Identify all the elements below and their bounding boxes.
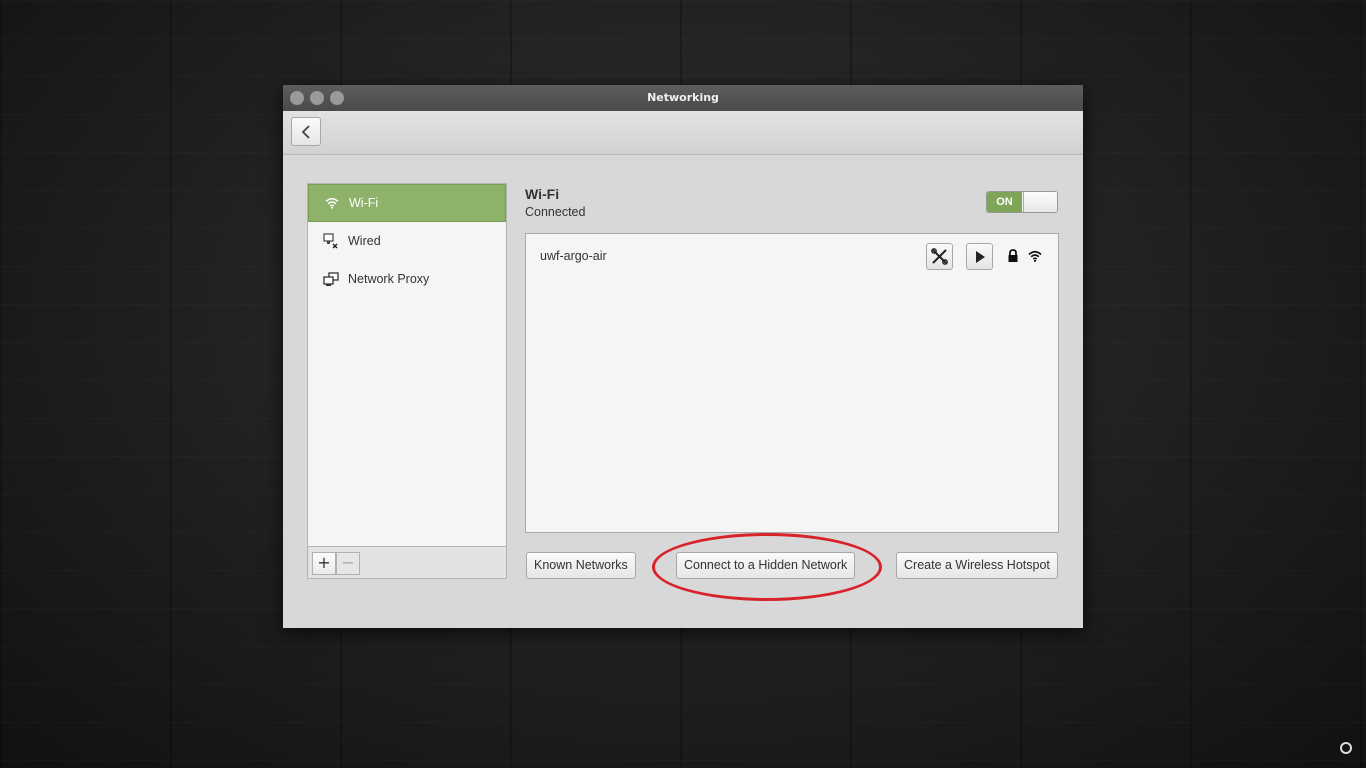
sidebar-footer: + − [308, 546, 506, 578]
lock-icon [1006, 248, 1020, 264]
maximize-window-button[interactable] [330, 91, 344, 105]
minimize-window-button[interactable] [310, 91, 324, 105]
toggle-on-label: ON [987, 192, 1022, 212]
connection-status: Connected [525, 205, 586, 219]
network-proxy-icon [322, 271, 340, 287]
create-hotspot-button[interactable]: Create a Wireless Hotspot [896, 552, 1058, 579]
sidebar-item-network-proxy[interactable]: Network Proxy [308, 260, 506, 298]
sidebar-item-label: Network Proxy [348, 272, 430, 286]
chevron-left-icon [301, 124, 310, 139]
play-icon [975, 250, 985, 263]
toggle-knob [1023, 192, 1057, 212]
toolbar [283, 111, 1083, 155]
network-settings-button[interactable] [926, 243, 953, 270]
sidebar-item-label: Wi-Fi [349, 196, 379, 210]
wired-disconnected-icon [322, 233, 340, 249]
section-title: Wi-Fi [525, 186, 560, 202]
remove-connection-button[interactable]: − [336, 552, 360, 575]
close-window-button[interactable] [290, 91, 304, 105]
tools-icon [931, 248, 948, 265]
wifi-toggle[interactable]: ON [986, 191, 1058, 213]
wifi-signal-icon [1028, 248, 1042, 264]
annotation-ellipse [652, 533, 882, 601]
back-button[interactable] [291, 117, 321, 146]
network-name: uwf-argo-air [540, 249, 607, 263]
sidebar: Wi-Fi Wired Network Proxy + − [307, 183, 507, 579]
sidebar-item-wired[interactable]: Wired [308, 222, 506, 260]
wifi-icon [323, 195, 341, 211]
sidebar-item-label: Wired [348, 234, 381, 248]
connect-button[interactable] [966, 243, 993, 270]
networking-window: Networking Wi-Fi Wired Network Proxy + −… [283, 85, 1083, 628]
sidebar-item-wifi[interactable]: Wi-Fi [308, 184, 506, 222]
corner-circle-icon [1340, 742, 1352, 754]
list-item[interactable]: uwf-argo-air [526, 234, 1058, 280]
known-networks-button[interactable]: Known Networks [526, 552, 636, 579]
add-connection-button[interactable]: + [312, 552, 336, 575]
titlebar: Networking [283, 85, 1083, 111]
network-list: uwf-argo-air [525, 233, 1059, 533]
window-title: Networking [647, 91, 719, 104]
